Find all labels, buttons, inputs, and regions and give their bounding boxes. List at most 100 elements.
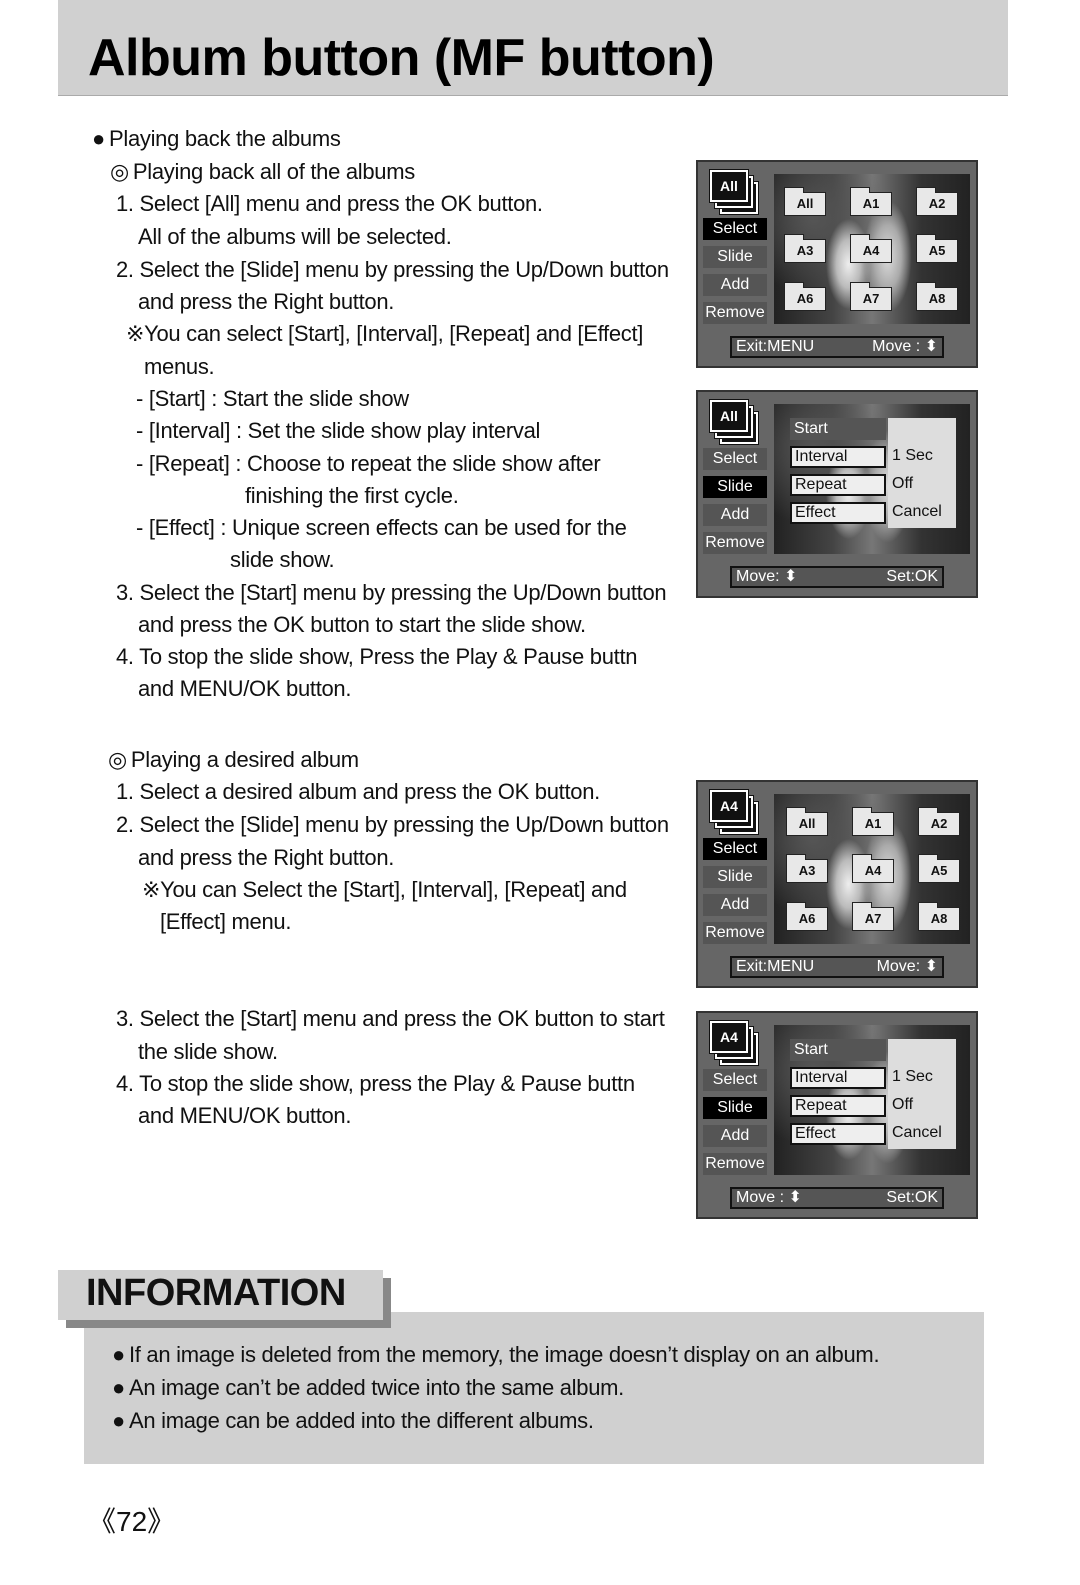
album-stack-icon: All	[710, 170, 760, 214]
camera-screen-slide-menu-a4: A4 Select Slide Add Remove Start Interva…	[696, 1011, 978, 1219]
album-stack-icon: A4	[710, 1021, 760, 1065]
repeat-value: Off	[892, 1096, 914, 1113]
bullet-icon: ●	[112, 1375, 125, 1400]
subsection-heading-desired: ◎ Playing a desired album	[108, 744, 359, 776]
step-line: and press the Right button.	[138, 289, 395, 314]
double-circle-icon: ◎	[108, 747, 127, 772]
album-folder-icon[interactable]: A5	[916, 234, 958, 263]
step-line: 4. To stop the slide show, Press the Pla…	[116, 644, 638, 669]
album-folder-icon[interactable]: A6	[784, 282, 826, 311]
repeat-value: Off	[892, 475, 914, 492]
screen-footer: Move: ⬍ Set:OK	[730, 566, 944, 588]
album-folder-icon[interactable]: A3	[786, 854, 828, 883]
album-folder-icon[interactable]: A2	[916, 187, 958, 216]
bullet-icon: ●	[112, 1342, 125, 1367]
option-desc: - [Repeat] : Choose to repeat the slide …	[136, 451, 601, 476]
menu-slide[interactable]: Slide	[703, 1097, 767, 1119]
album-stack-icon: All	[710, 400, 760, 444]
album-folder-icon[interactable]: A7	[850, 282, 892, 311]
album-folder-icon[interactable]: All	[784, 187, 826, 216]
page-number: 《72》	[88, 1506, 176, 1537]
interval-value: 1 Sec	[892, 1068, 933, 1085]
step-line: and press the Right button.	[138, 845, 395, 870]
camera-screen-album-grid-a4: A4 Select Slide Add Remove All A1 A2 A3 …	[696, 780, 978, 988]
menu-add[interactable]: Add	[703, 1125, 767, 1147]
bullet-icon: ●	[112, 1408, 125, 1433]
submenu-effect[interactable]: Effect	[790, 1123, 886, 1145]
info-item: ● If an image is deleted from the memory,…	[112, 1342, 880, 1367]
album-folder-icon[interactable]: A8	[916, 282, 958, 311]
bullet-icon: ●	[92, 126, 105, 151]
interval-value: 1 Sec	[892, 447, 933, 464]
info-item: ● An image can be added into the differen…	[112, 1408, 594, 1433]
info-item: ● An image can’t be added twice into the …	[112, 1375, 624, 1400]
submenu-start[interactable]: Start	[790, 418, 886, 440]
menu-remove[interactable]: Remove	[703, 302, 767, 324]
menu-select[interactable]: Select	[703, 1069, 767, 1091]
submenu-interval[interactable]: Interval	[790, 1067, 886, 1089]
option-desc: - [Start] : Start the slide show	[136, 386, 409, 411]
step-line: 4. To stop the slide show, press the Pla…	[116, 1071, 635, 1096]
menu-remove[interactable]: Remove	[703, 532, 767, 554]
note-line: menus.	[144, 354, 215, 379]
screen-footer: Exit:MENU Move: ⬍	[730, 956, 944, 978]
album-stack-icon: A4	[710, 790, 760, 834]
step-line: 3. Select the [Start] menu and press the…	[116, 1006, 665, 1031]
album-folder-icon[interactable]: All	[786, 807, 828, 836]
information-box: ● If an image is deleted from the memory,…	[84, 1312, 984, 1464]
album-folder-icon[interactable]: A1	[852, 807, 894, 836]
screen-footer: Move : ⬍ Set:OK	[730, 1187, 944, 1209]
submenu-interval[interactable]: Interval	[790, 446, 886, 468]
album-folder-icon[interactable]: A5	[918, 854, 960, 883]
option-desc: - [Interval] : Set the slide show play i…	[136, 418, 541, 443]
title-bar: Album button (MF button)	[58, 0, 1008, 96]
camera-screen-album-grid-all: All Select Slide Add Remove All A1 A2 A3…	[696, 160, 978, 368]
submenu-start[interactable]: Start	[790, 1039, 886, 1061]
menu-select[interactable]: Select	[703, 448, 767, 470]
menu-select[interactable]: Select	[703, 838, 767, 860]
note-line: ※You can Select the [Start], [Interval],…	[142, 877, 627, 902]
step-line: the slide show.	[138, 1039, 278, 1064]
step-line: 2. Select the [Slide] menu by pressing t…	[116, 812, 669, 837]
page-title: Album button (MF button)	[88, 29, 715, 87]
menu-slide[interactable]: Slide	[703, 866, 767, 888]
menu-remove[interactable]: Remove	[703, 922, 767, 944]
album-folder-icon[interactable]: A4	[850, 234, 892, 263]
option-desc: - [Effect] : Unique screen effects can b…	[136, 515, 627, 540]
menu-slide[interactable]: Slide	[703, 476, 767, 498]
information-tab: INFORMATION	[58, 1270, 383, 1320]
menu-select[interactable]: Select	[703, 218, 767, 240]
step-line: All of the albums will be selected.	[138, 224, 452, 249]
album-folder-icon[interactable]: A7	[852, 902, 894, 931]
album-folder-icon[interactable]: A8	[918, 902, 960, 931]
album-folder-icon[interactable]: A4	[852, 854, 894, 883]
step-line: and MENU/OK button.	[138, 676, 352, 701]
section-heading: ● Playing back the albums	[92, 123, 341, 155]
album-folder-icon[interactable]: A3	[784, 234, 826, 263]
option-desc: finishing the first cycle.	[245, 483, 459, 508]
submenu-repeat[interactable]: Repeat	[790, 474, 886, 496]
information-title: INFORMATION	[86, 1272, 346, 1314]
step-line: 1. Select [All] menu and press the OK bu…	[116, 191, 543, 216]
menu-remove[interactable]: Remove	[703, 1153, 767, 1175]
step-line: 1. Select a desired album and press the …	[116, 779, 600, 804]
menu-add[interactable]: Add	[703, 894, 767, 916]
note-line: ※You can select [Start], [Interval], [Re…	[126, 321, 644, 346]
note-line: [Effect] menu.	[160, 909, 292, 934]
subsection-heading-all: ◎ Playing back all of the albums	[110, 156, 415, 188]
album-folder-icon[interactable]: A2	[918, 807, 960, 836]
menu-add[interactable]: Add	[703, 504, 767, 526]
effect-value: Cancel	[892, 1124, 942, 1141]
album-folder-icon[interactable]: A6	[786, 902, 828, 931]
step-line: 2. Select the [Slide] menu by pressing t…	[116, 257, 669, 282]
submenu-effect[interactable]: Effect	[790, 502, 886, 524]
submenu-repeat[interactable]: Repeat	[790, 1095, 886, 1117]
menu-add[interactable]: Add	[703, 274, 767, 296]
menu-slide[interactable]: Slide	[703, 246, 767, 268]
camera-screen-slide-menu-all: All Select Slide Add Remove Start Interv…	[696, 390, 978, 598]
screen-footer: Exit:MENU Move : ⬍	[730, 336, 944, 358]
effect-value: Cancel	[892, 503, 942, 520]
album-folder-icon[interactable]: A1	[850, 187, 892, 216]
step-line: 3. Select the [Start] menu by pressing t…	[116, 580, 667, 605]
double-circle-icon: ◎	[110, 159, 129, 184]
